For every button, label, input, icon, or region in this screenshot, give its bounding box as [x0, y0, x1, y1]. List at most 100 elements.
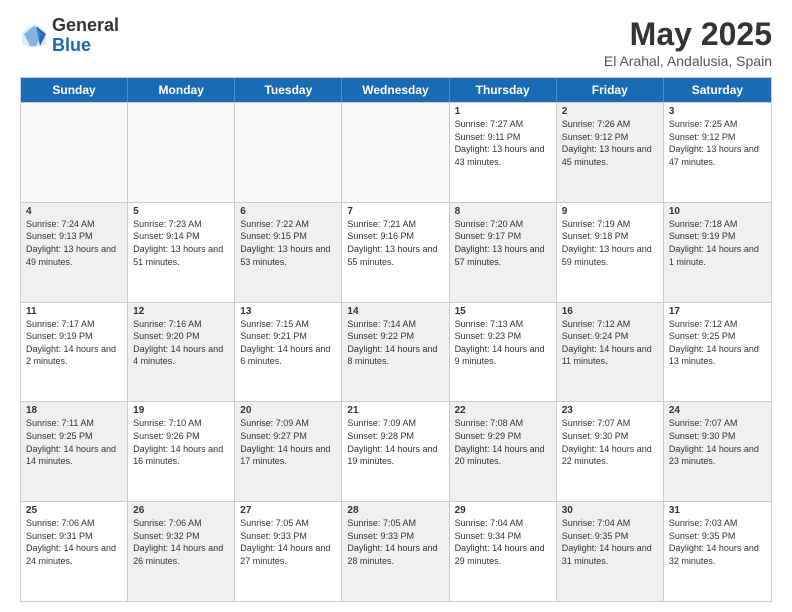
day-number: 11	[26, 306, 122, 317]
day-number: 3	[669, 106, 766, 117]
day-info: Sunrise: 7:04 AM Sunset: 9:34 PM Dayligh…	[455, 517, 551, 567]
calendar-cell-3-2: 12Sunrise: 7:16 AM Sunset: 9:20 PM Dayli…	[128, 303, 235, 402]
day-info: Sunrise: 7:10 AM Sunset: 9:26 PM Dayligh…	[133, 417, 229, 467]
calendar-row-3: 11Sunrise: 7:17 AM Sunset: 9:19 PM Dayli…	[21, 302, 771, 402]
calendar-header-cell: Friday	[557, 78, 664, 102]
day-number: 29	[455, 505, 551, 516]
day-info: Sunrise: 7:04 AM Sunset: 9:35 PM Dayligh…	[562, 517, 658, 567]
calendar-cell-1-2	[128, 103, 235, 202]
logo: General Blue	[20, 16, 119, 56]
day-info: Sunrise: 7:06 AM Sunset: 9:32 PM Dayligh…	[133, 517, 229, 567]
day-number: 28	[347, 505, 443, 516]
logo-general-label: General	[52, 16, 119, 36]
day-info: Sunrise: 7:12 AM Sunset: 9:25 PM Dayligh…	[669, 318, 766, 368]
day-info: Sunrise: 7:26 AM Sunset: 9:12 PM Dayligh…	[562, 118, 658, 168]
calendar-cell-1-6: 2Sunrise: 7:26 AM Sunset: 9:12 PM Daylig…	[557, 103, 664, 202]
calendar-header-cell: Monday	[128, 78, 235, 102]
day-number: 13	[240, 306, 336, 317]
day-info: Sunrise: 7:20 AM Sunset: 9:17 PM Dayligh…	[455, 218, 551, 268]
day-number: 23	[562, 405, 658, 416]
day-number: 19	[133, 405, 229, 416]
day-number: 17	[669, 306, 766, 317]
calendar-row-4: 18Sunrise: 7:11 AM Sunset: 9:25 PM Dayli…	[21, 401, 771, 501]
logo-blue-label: Blue	[52, 36, 119, 56]
day-number: 25	[26, 505, 122, 516]
calendar-header-cell: Tuesday	[235, 78, 342, 102]
calendar: SundayMondayTuesdayWednesdayThursdayFrid…	[20, 77, 772, 602]
month-title: May 2025	[604, 16, 772, 53]
day-number: 2	[562, 106, 658, 117]
day-number: 27	[240, 505, 336, 516]
calendar-cell-4-3: 20Sunrise: 7:09 AM Sunset: 9:27 PM Dayli…	[235, 402, 342, 501]
day-number: 14	[347, 306, 443, 317]
calendar-cell-3-3: 13Sunrise: 7:15 AM Sunset: 9:21 PM Dayli…	[235, 303, 342, 402]
calendar-cell-2-6: 9Sunrise: 7:19 AM Sunset: 9:18 PM Daylig…	[557, 203, 664, 302]
calendar-cell-4-7: 24Sunrise: 7:07 AM Sunset: 9:30 PM Dayli…	[664, 402, 771, 501]
title-block: May 2025 El Arahal, Andalusia, Spain	[604, 16, 772, 69]
calendar-cell-5-3: 27Sunrise: 7:05 AM Sunset: 9:33 PM Dayli…	[235, 502, 342, 601]
calendar-cell-4-4: 21Sunrise: 7:09 AM Sunset: 9:28 PM Dayli…	[342, 402, 449, 501]
day-info: Sunrise: 7:17 AM Sunset: 9:19 PM Dayligh…	[26, 318, 122, 368]
calendar-row-1: 1Sunrise: 7:27 AM Sunset: 9:11 PM Daylig…	[21, 102, 771, 202]
day-info: Sunrise: 7:18 AM Sunset: 9:19 PM Dayligh…	[669, 218, 766, 268]
calendar-cell-1-5: 1Sunrise: 7:27 AM Sunset: 9:11 PM Daylig…	[450, 103, 557, 202]
day-info: Sunrise: 7:22 AM Sunset: 9:15 PM Dayligh…	[240, 218, 336, 268]
day-info: Sunrise: 7:07 AM Sunset: 9:30 PM Dayligh…	[562, 417, 658, 467]
calendar-cell-5-1: 25Sunrise: 7:06 AM Sunset: 9:31 PM Dayli…	[21, 502, 128, 601]
calendar-cell-2-2: 5Sunrise: 7:23 AM Sunset: 9:14 PM Daylig…	[128, 203, 235, 302]
calendar-cell-3-7: 17Sunrise: 7:12 AM Sunset: 9:25 PM Dayli…	[664, 303, 771, 402]
calendar-cell-2-4: 7Sunrise: 7:21 AM Sunset: 9:16 PM Daylig…	[342, 203, 449, 302]
calendar-cell-1-7: 3Sunrise: 7:25 AM Sunset: 9:12 PM Daylig…	[664, 103, 771, 202]
day-number: 31	[669, 505, 766, 516]
calendar-cell-4-6: 23Sunrise: 7:07 AM Sunset: 9:30 PM Dayli…	[557, 402, 664, 501]
calendar-cell-1-4	[342, 103, 449, 202]
day-number: 9	[562, 206, 658, 217]
day-info: Sunrise: 7:12 AM Sunset: 9:24 PM Dayligh…	[562, 318, 658, 368]
page: General Blue May 2025 El Arahal, Andalus…	[0, 0, 792, 612]
calendar-cell-3-1: 11Sunrise: 7:17 AM Sunset: 9:19 PM Dayli…	[21, 303, 128, 402]
calendar-cell-4-1: 18Sunrise: 7:11 AM Sunset: 9:25 PM Dayli…	[21, 402, 128, 501]
day-number: 18	[26, 405, 122, 416]
calendar-cell-4-2: 19Sunrise: 7:10 AM Sunset: 9:26 PM Dayli…	[128, 402, 235, 501]
day-number: 21	[347, 405, 443, 416]
calendar-cell-2-3: 6Sunrise: 7:22 AM Sunset: 9:15 PM Daylig…	[235, 203, 342, 302]
calendar-cell-4-5: 22Sunrise: 7:08 AM Sunset: 9:29 PM Dayli…	[450, 402, 557, 501]
day-number: 22	[455, 405, 551, 416]
day-number: 26	[133, 505, 229, 516]
calendar-header: SundayMondayTuesdayWednesdayThursdayFrid…	[21, 78, 771, 102]
day-number: 8	[455, 206, 551, 217]
day-info: Sunrise: 7:05 AM Sunset: 9:33 PM Dayligh…	[347, 517, 443, 567]
day-info: Sunrise: 7:07 AM Sunset: 9:30 PM Dayligh…	[669, 417, 766, 467]
day-info: Sunrise: 7:03 AM Sunset: 9:35 PM Dayligh…	[669, 517, 766, 567]
day-info: Sunrise: 7:05 AM Sunset: 9:33 PM Dayligh…	[240, 517, 336, 567]
day-info: Sunrise: 7:09 AM Sunset: 9:28 PM Dayligh…	[347, 417, 443, 467]
day-info: Sunrise: 7:06 AM Sunset: 9:31 PM Dayligh…	[26, 517, 122, 567]
location-subtitle: El Arahal, Andalusia, Spain	[604, 53, 772, 69]
day-info: Sunrise: 7:08 AM Sunset: 9:29 PM Dayligh…	[455, 417, 551, 467]
day-number: 24	[669, 405, 766, 416]
calendar-cell-5-6: 30Sunrise: 7:04 AM Sunset: 9:35 PM Dayli…	[557, 502, 664, 601]
day-info: Sunrise: 7:11 AM Sunset: 9:25 PM Dayligh…	[26, 417, 122, 467]
calendar-cell-2-7: 10Sunrise: 7:18 AM Sunset: 9:19 PM Dayli…	[664, 203, 771, 302]
calendar-header-cell: Sunday	[21, 78, 128, 102]
calendar-cell-3-6: 16Sunrise: 7:12 AM Sunset: 9:24 PM Dayli…	[557, 303, 664, 402]
day-number: 12	[133, 306, 229, 317]
day-number: 5	[133, 206, 229, 217]
day-info: Sunrise: 7:15 AM Sunset: 9:21 PM Dayligh…	[240, 318, 336, 368]
day-info: Sunrise: 7:19 AM Sunset: 9:18 PM Dayligh…	[562, 218, 658, 268]
logo-icon	[20, 22, 48, 50]
calendar-cell-2-5: 8Sunrise: 7:20 AM Sunset: 9:17 PM Daylig…	[450, 203, 557, 302]
calendar-header-cell: Wednesday	[342, 78, 449, 102]
day-number: 10	[669, 206, 766, 217]
calendar-cell-5-2: 26Sunrise: 7:06 AM Sunset: 9:32 PM Dayli…	[128, 502, 235, 601]
day-info: Sunrise: 7:23 AM Sunset: 9:14 PM Dayligh…	[133, 218, 229, 268]
calendar-header-cell: Thursday	[450, 78, 557, 102]
day-info: Sunrise: 7:21 AM Sunset: 9:16 PM Dayligh…	[347, 218, 443, 268]
calendar-cell-3-4: 14Sunrise: 7:14 AM Sunset: 9:22 PM Dayli…	[342, 303, 449, 402]
calendar-cell-2-1: 4Sunrise: 7:24 AM Sunset: 9:13 PM Daylig…	[21, 203, 128, 302]
day-number: 7	[347, 206, 443, 217]
day-info: Sunrise: 7:09 AM Sunset: 9:27 PM Dayligh…	[240, 417, 336, 467]
day-number: 20	[240, 405, 336, 416]
calendar-cell-3-5: 15Sunrise: 7:13 AM Sunset: 9:23 PM Dayli…	[450, 303, 557, 402]
calendar-header-cell: Saturday	[664, 78, 771, 102]
